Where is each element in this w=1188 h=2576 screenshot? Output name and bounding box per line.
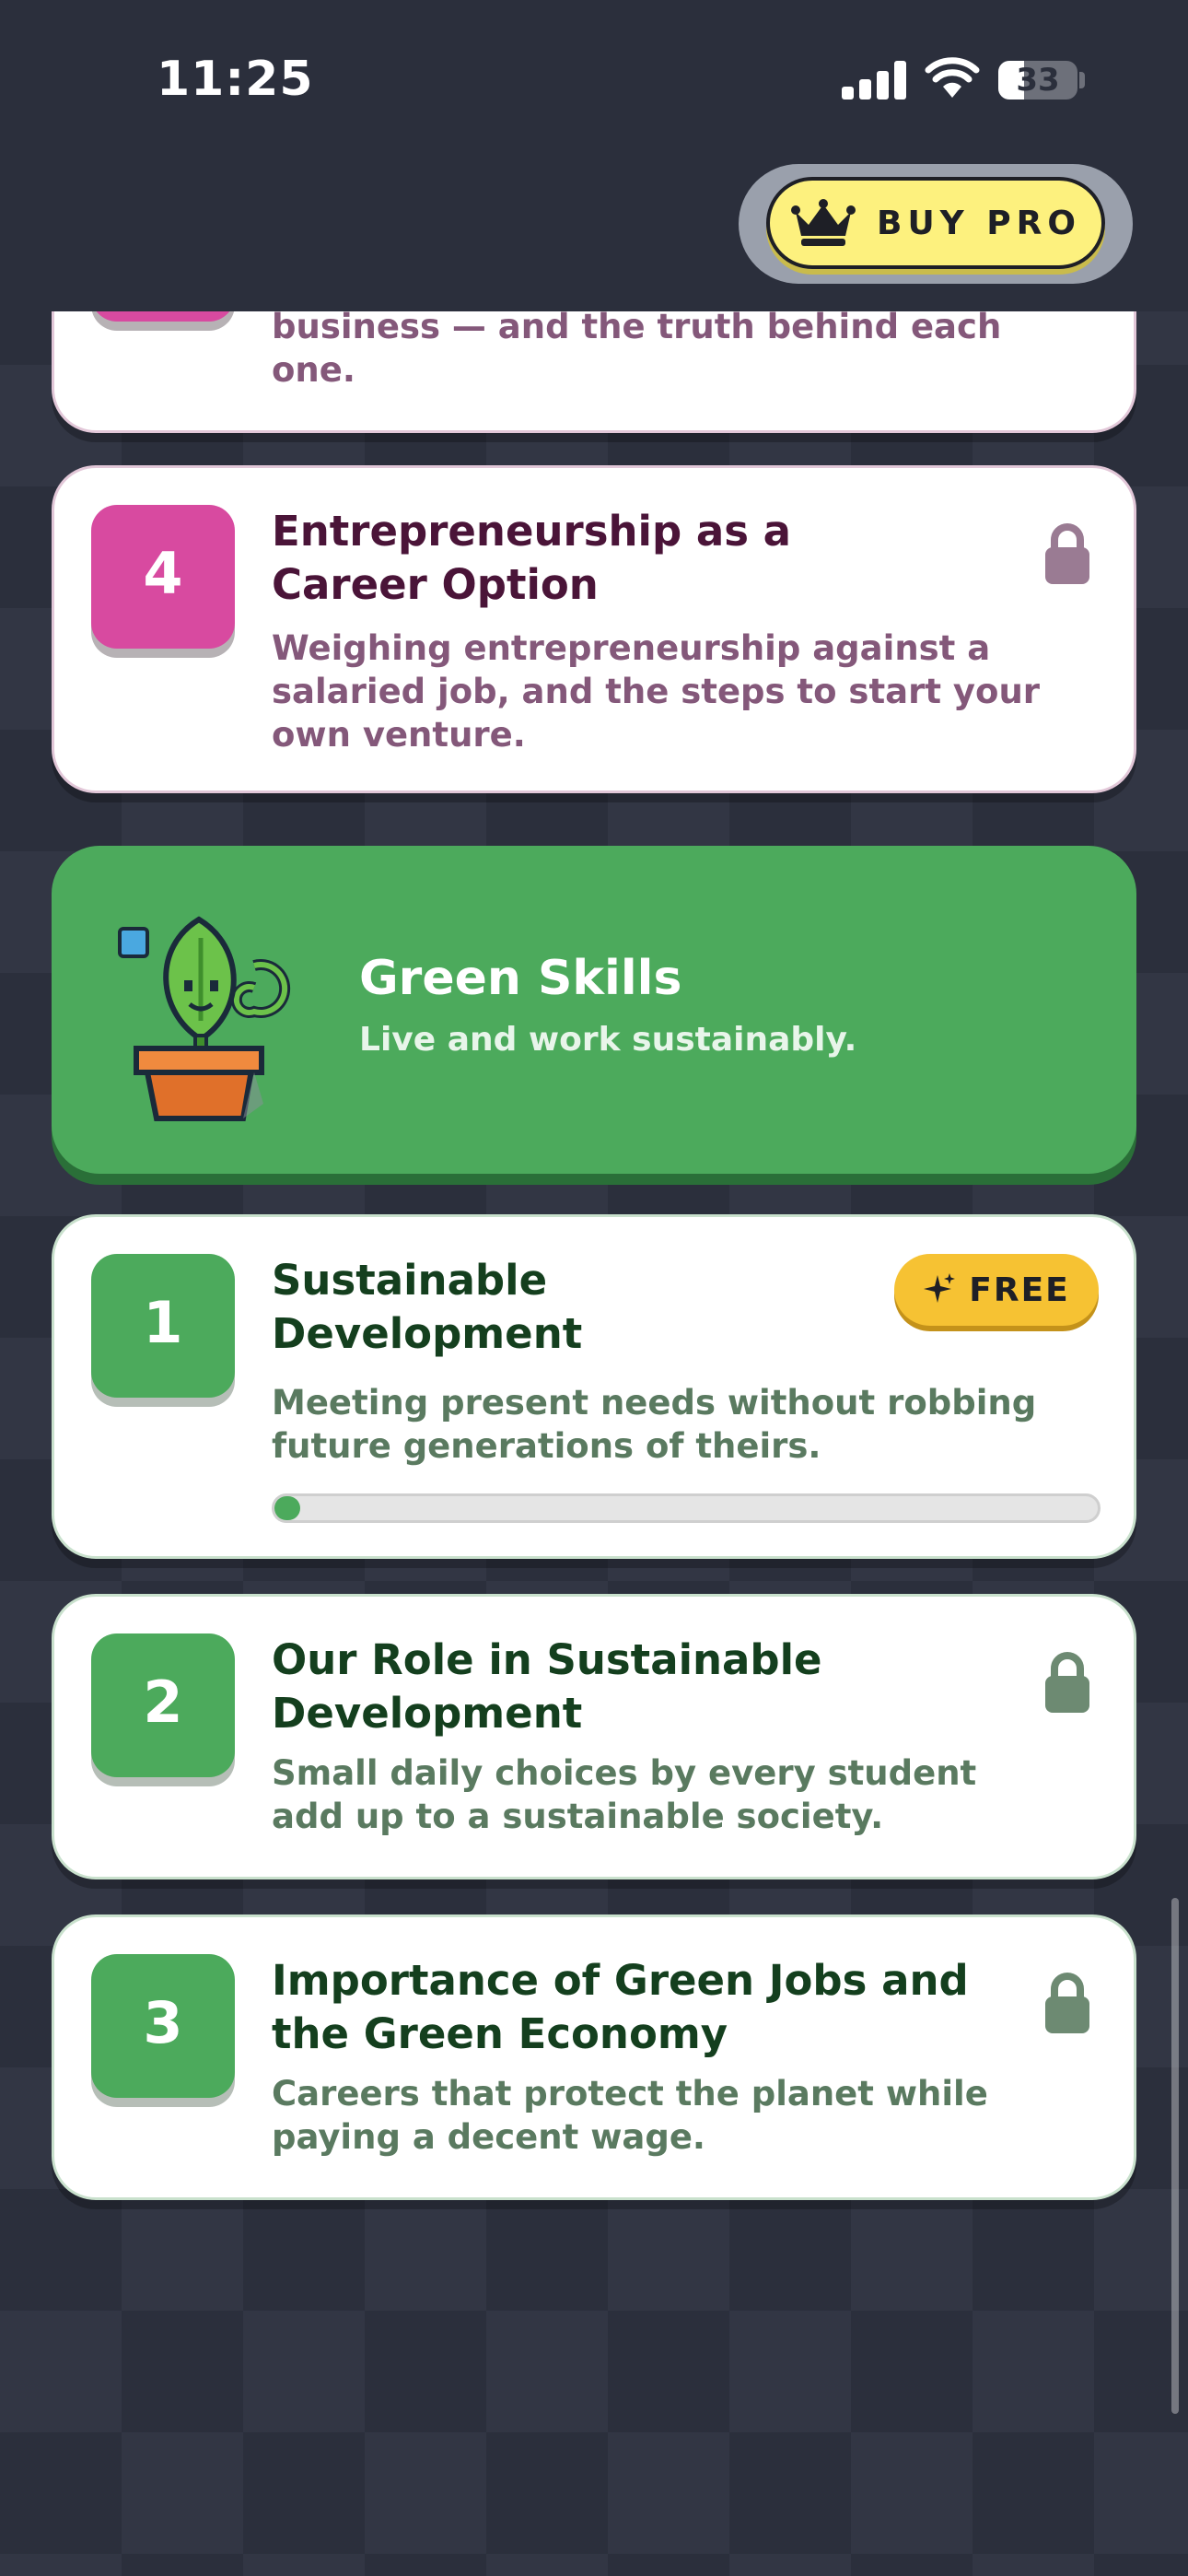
lesson-description: Weighing entrepreneurship against a sala… bbox=[272, 628, 1041, 755]
lock-icon bbox=[1045, 1652, 1089, 1713]
buy-pro-button[interactable]: BUY PRO bbox=[766, 177, 1105, 269]
free-badge: FREE bbox=[894, 1254, 1099, 1326]
lock-icon bbox=[1045, 523, 1089, 584]
status-bar: 11:25 33 bbox=[0, 0, 1188, 161]
lesson-progress-fill bbox=[274, 1496, 300, 1520]
battery-percentage: 33 bbox=[1016, 62, 1060, 99]
lesson-title: Our Role in Sustainable Development bbox=[272, 1635, 822, 1738]
battery-tip bbox=[1079, 72, 1085, 88]
lesson-description: business — and the truth behind each one… bbox=[272, 307, 1002, 390]
section-subtitle: Live and work sustainably. bbox=[359, 1021, 857, 1059]
lesson-title: Sustainable Development bbox=[272, 1256, 583, 1358]
lesson-card-sustainable-development[interactable]: 1 Sustainable Development Meeting presen… bbox=[52, 1214, 1136, 1559]
wifi-icon bbox=[925, 57, 980, 98]
free-badge-label: FREE bbox=[969, 1270, 1070, 1309]
scroll-indicator[interactable] bbox=[1171, 1898, 1179, 2414]
lesson-number-tile: 4 bbox=[91, 505, 235, 649]
lock-icon bbox=[1045, 1973, 1089, 2033]
battery-icon: 33 bbox=[998, 61, 1077, 100]
sparkle-icon bbox=[924, 1273, 956, 1303]
lesson-number-tile: 1 bbox=[91, 1254, 235, 1398]
status-time: 11:25 bbox=[157, 52, 314, 107]
lesson-progress-bar bbox=[272, 1493, 1101, 1523]
lesson-card-our-role[interactable]: 2 Our Role in Sustainable Development Sm… bbox=[52, 1594, 1136, 1879]
lesson-description: Meeting present needs without robbing fu… bbox=[272, 1383, 1037, 1466]
lesson-title: Importance of Green Jobs and the Green E… bbox=[272, 1956, 969, 2058]
section-title: Green Skills bbox=[359, 951, 682, 1006]
crown-icon bbox=[791, 199, 856, 246]
section-banner-green-skills[interactable]: Green Skills Live and work sustainably. bbox=[52, 846, 1136, 1174]
lesson-card-green-jobs[interactable]: 3 Importance of Green Jobs and the Green… bbox=[52, 1914, 1136, 2200]
buy-pro-label: BUY PRO bbox=[877, 204, 1081, 242]
potted-plant-mascot-icon bbox=[118, 916, 291, 1121]
lesson-card-entrepreneurship[interactable]: 4 Entrepreneurship as a Career Option We… bbox=[52, 465, 1136, 793]
lesson-number-tile: 3 bbox=[91, 1954, 235, 2098]
lesson-description: Small daily choices by every student add… bbox=[272, 1753, 977, 1836]
lesson-number-tile: 2 bbox=[91, 1633, 235, 1777]
cellular-signal-icon bbox=[842, 61, 906, 100]
lesson-title: Entrepreneurship as a Career Option bbox=[272, 507, 792, 609]
lesson-description: Careers that protect the planet while pa… bbox=[272, 2074, 988, 2157]
